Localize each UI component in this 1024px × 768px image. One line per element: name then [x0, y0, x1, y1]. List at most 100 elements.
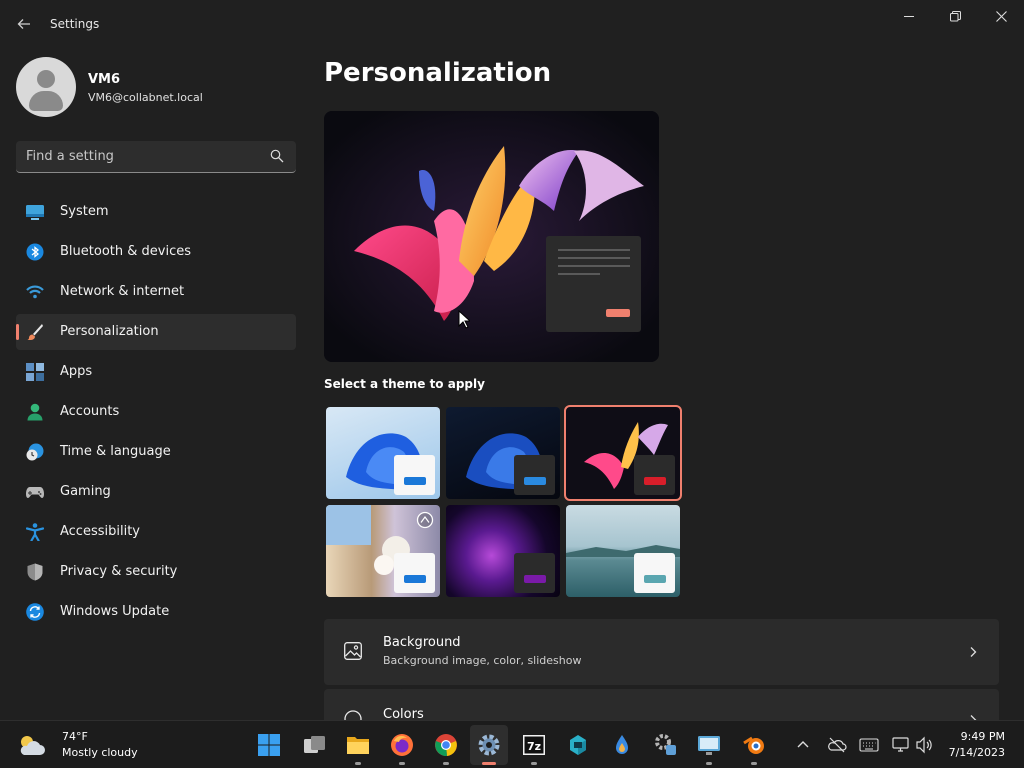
minimize-button[interactable] [886, 0, 932, 32]
app-title: Settings [50, 17, 100, 31]
theme-captured-motion[interactable] [326, 505, 440, 597]
avatar-body-shape [29, 91, 63, 111]
sidebar-item-label: System [60, 204, 109, 219]
theme-windows-dark[interactable] [446, 407, 560, 499]
network-ethernet-icon[interactable] [891, 735, 911, 755]
theme-glow[interactable] [564, 405, 682, 501]
sidebar-item-label: Bluetooth & devices [60, 244, 191, 259]
cloudy-weather-icon [20, 736, 45, 755]
sidebar-item-label: Network & internet [60, 284, 185, 299]
close-button[interactable] [978, 0, 1024, 32]
firefox-icon[interactable] [390, 733, 414, 757]
palette-icon [344, 710, 362, 720]
user-name: VM6 [88, 72, 121, 87]
onedrive-offline-icon[interactable] [827, 736, 847, 754]
brush-icon [27, 324, 43, 340]
7zip-icon[interactable]: 7z [522, 733, 546, 757]
theme-sunrise[interactable] [566, 505, 680, 597]
sidebar-item-label: Privacy & security [60, 564, 178, 579]
glow-wallpaper-art [324, 111, 659, 362]
file-explorer-icon[interactable] [346, 733, 370, 757]
sidebar-item-apps[interactable]: Apps [16, 354, 296, 390]
running-indicator [531, 762, 537, 765]
theme-window-preview [514, 455, 555, 495]
back-button[interactable] [12, 10, 36, 38]
chevron-right-icon [970, 647, 977, 657]
clock-time: 9:49 PM [960, 730, 1005, 743]
cube-app-icon[interactable] [566, 733, 590, 757]
theme-accent-bar [404, 477, 426, 485]
sidebar-item-label: Accessibility [60, 524, 140, 539]
sidebar-item-accessibility[interactable]: Accessibility [16, 514, 296, 550]
accessibility-icon [26, 523, 44, 541]
update-icon [26, 603, 44, 621]
sidebar-item-system[interactable]: System [16, 194, 296, 230]
sidebar-item-bluetooth[interactable]: Bluetooth & devices [16, 234, 296, 270]
sidebar-item-label: Apps [60, 364, 93, 379]
restore-icon [949, 10, 961, 21]
avatar-head-shape [37, 70, 55, 88]
background-setting-card[interactable]: Background Background image, color, slid… [324, 619, 999, 685]
sidebar-item-label: Time & language [60, 444, 171, 459]
sidebar-item-network[interactable]: Network & internet [16, 274, 296, 310]
weather-widget[interactable]: 74°F Mostly cloudy [12, 721, 142, 768]
volume-icon[interactable] [914, 735, 934, 755]
minimize-icon [903, 15, 914, 17]
sidebar-item-personalization[interactable]: Personalization [16, 314, 296, 350]
theme-accent-bar [524, 477, 546, 485]
theme-window-preview [394, 553, 435, 593]
colors-setting-card[interactable]: Colors [324, 689, 999, 720]
shield-icon [27, 563, 43, 581]
system-icon [26, 205, 44, 220]
sidebar-item-label: Personalization [60, 324, 159, 339]
running-indicator [751, 762, 757, 765]
theme-accent-bar [644, 575, 666, 583]
sidebar-item-privacy-security[interactable]: Privacy & security [16, 554, 296, 590]
theme-windows-light[interactable] [326, 407, 440, 499]
page-title: Personalization [324, 58, 552, 88]
drop-app-icon[interactable] [610, 733, 634, 757]
sidebar-item-time-language[interactable]: Time & language [16, 434, 296, 470]
keyboard-icon[interactable] [859, 737, 879, 753]
theme-window-preview [514, 553, 555, 593]
theme-flow[interactable] [446, 505, 560, 597]
sidebar-nav: System Bluetooth & devices Network & int… [16, 194, 296, 634]
start-windows-icon[interactable] [257, 733, 281, 757]
clock-area[interactable]: 9:49 PM 7/14/2023 [944, 721, 1024, 768]
task-view-icon[interactable] [303, 733, 327, 757]
blender-icon[interactable] [742, 733, 766, 757]
title-bar: Settings [0, 0, 1024, 48]
wifi-icon [26, 285, 44, 299]
theme-accent-bar [404, 575, 426, 583]
theme-accent-bar [524, 575, 546, 583]
theme-window-preview [634, 553, 675, 593]
search-box[interactable] [16, 141, 296, 173]
search-input[interactable] [16, 141, 266, 171]
search-icon[interactable] [270, 149, 284, 163]
settings-gear-icon[interactable] [477, 733, 501, 757]
clock-date: 7/14/2023 [948, 746, 1005, 759]
background-subtitle: Background image, color, slideshow [383, 654, 582, 667]
mouse-cursor-icon [458, 310, 470, 329]
close-icon [995, 10, 1007, 22]
remote-desktop-icon[interactable] [697, 733, 721, 757]
sidebar-item-label: Gaming [60, 484, 111, 499]
chrome-icon[interactable] [434, 733, 458, 757]
back-arrow-icon [17, 19, 30, 29]
running-indicator [706, 762, 712, 765]
svg-text:7z: 7z [527, 740, 541, 753]
sidebar-item-label: Windows Update [60, 604, 170, 619]
sidebar-item-accounts[interactable]: Accounts [16, 394, 296, 430]
theme-preview-image [324, 111, 659, 362]
restore-button[interactable] [932, 0, 978, 32]
control-panel-icon[interactable] [654, 733, 678, 757]
apps-icon [26, 363, 44, 381]
colors-title: Colors [383, 707, 424, 720]
sidebar-item-windows-update[interactable]: Windows Update [16, 594, 296, 630]
accounts-icon [27, 403, 43, 421]
user-email: VM6@collabnet.local [88, 91, 203, 104]
weather-description: Mostly cloudy [62, 746, 138, 759]
chevron-up-icon[interactable] [795, 737, 811, 753]
avatar[interactable] [16, 57, 76, 117]
sidebar-item-gaming[interactable]: Gaming [16, 474, 296, 510]
